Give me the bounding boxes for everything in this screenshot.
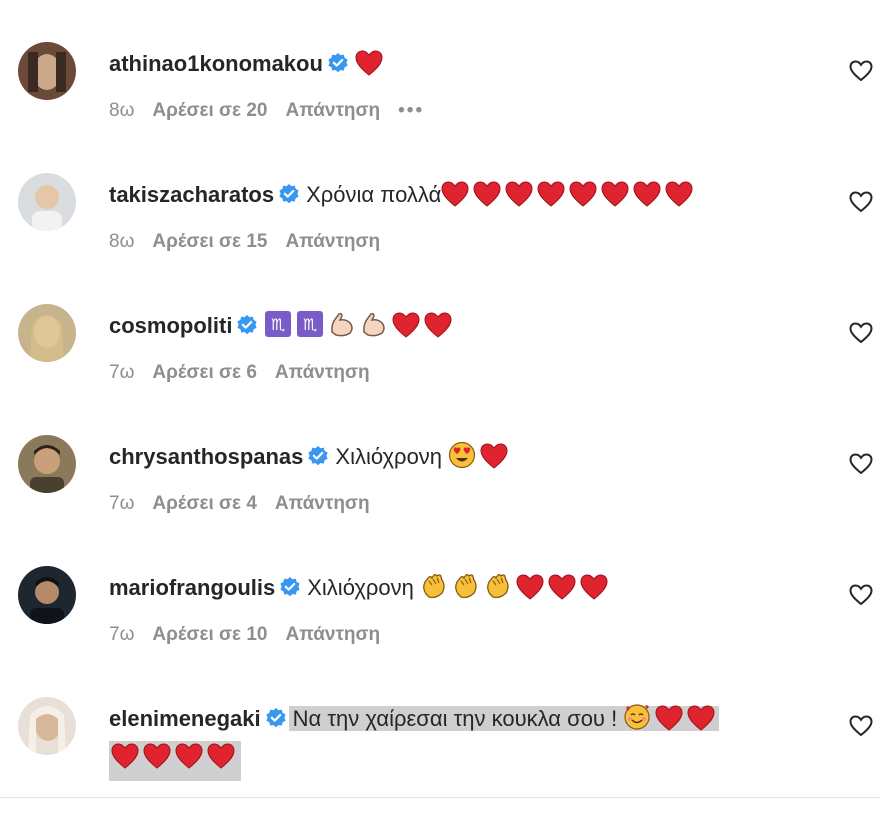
red-heart-icon xyxy=(143,743,171,781)
comment-meta: 7ω Αρέσει σε 4 Απάντηση xyxy=(109,493,388,515)
like-heart-icon[interactable] xyxy=(849,715,873,742)
comment: cosmopoliti ♏ ♏ 7ω Αρέσει σε 6 Απάντηση xyxy=(0,304,880,424)
avatar[interactable] xyxy=(18,304,76,362)
likes-count[interactable]: Αρέσει σε 15 xyxy=(152,231,267,252)
likes-count[interactable]: Αρέσει σε 10 xyxy=(152,624,267,645)
comment-line: takiszacharatos Χρόνια πολλά xyxy=(109,175,829,220)
smiling-face-with-hearts-icon xyxy=(623,703,651,744)
comment-text: Χρόνια πολλά xyxy=(306,182,442,207)
username[interactable]: elenimenegaki xyxy=(109,706,261,731)
comment: takiszacharatos Χρόνια πολλά 8ω Αρέσει σε … xyxy=(0,173,880,293)
avatar[interactable] xyxy=(18,42,76,100)
comment-text: Χιλιόχρονη xyxy=(335,444,443,469)
red-heart-icon xyxy=(441,180,469,220)
red-heart-icon xyxy=(548,573,576,613)
comment: chrysanthospanas Χιλιόχρονη 7ω Αρέσει σε 4… xyxy=(0,435,880,555)
timestamp[interactable]: 7ω xyxy=(109,362,134,383)
clapping-hands-icon xyxy=(452,572,480,613)
verified-badge-icon xyxy=(279,571,301,611)
like-heart-icon[interactable] xyxy=(849,322,873,349)
timestamp[interactable]: 8ω xyxy=(109,100,134,121)
red-heart-icon xyxy=(505,180,533,220)
verified-badge-icon xyxy=(236,309,258,349)
reply-button[interactable]: Απάντηση xyxy=(275,493,370,514)
likes-count[interactable]: Αρέσει σε 4 xyxy=(152,493,256,514)
flexed-biceps-icon xyxy=(360,310,388,351)
reply-button[interactable]: Απάντηση xyxy=(285,624,380,645)
verified-badge-icon xyxy=(265,702,287,742)
highlighted-selection xyxy=(109,741,241,781)
red-heart-icon xyxy=(580,573,608,613)
comment-line: athinao1konomakou xyxy=(109,44,829,89)
comment-line: elenimenegaki Να την χαίρεσαι την κουκλα … xyxy=(109,699,829,744)
comment-line-2 xyxy=(109,741,241,781)
avatar[interactable] xyxy=(18,435,76,493)
divider xyxy=(0,797,880,798)
comment-line: chrysanthospanas Χιλιόχρονη xyxy=(109,437,829,482)
svg-text:♏: ♏ xyxy=(303,315,317,334)
red-heart-icon xyxy=(473,180,501,220)
red-heart-icon xyxy=(207,743,235,781)
timestamp[interactable]: 7ω xyxy=(109,493,134,514)
verified-badge-icon xyxy=(307,440,329,480)
red-heart-icon xyxy=(111,743,139,781)
comment-text: Να την χαίρεσαι την κουκλα σου ! xyxy=(292,706,624,731)
username[interactable]: cosmopoliti xyxy=(109,313,232,338)
comment: elenimenegaki Να την χαίρεσαι την κουκλα … xyxy=(0,697,880,817)
comment-line: cosmopoliti ♏ ♏ xyxy=(109,306,829,351)
timestamp[interactable]: 8ω xyxy=(109,231,134,252)
comment: athinao1konomakou 8ω Αρέσει σε 20 Απάντηση… xyxy=(0,42,880,162)
like-heart-icon[interactable] xyxy=(849,453,873,480)
red-heart-icon xyxy=(633,180,661,220)
like-heart-icon[interactable] xyxy=(849,584,873,611)
heart-eyes-face-icon xyxy=(448,441,476,482)
comment: mariofrangoulis Χιλιόχρονη 7ω Αρέσει σε 10… xyxy=(0,566,880,686)
flexed-biceps-icon xyxy=(328,310,356,351)
likes-count[interactable]: Αρέσει σε 6 xyxy=(152,362,256,383)
red-heart-icon xyxy=(480,442,508,482)
red-heart-icon xyxy=(687,704,715,744)
comment-meta: 8ω Αρέσει σε 20 Απάντηση ••• xyxy=(109,100,442,122)
red-heart-icon xyxy=(516,573,544,613)
svg-text:♏: ♏ xyxy=(271,315,285,334)
red-heart-icon xyxy=(175,743,203,781)
comment-meta: 7ω Αρέσει σε 10 Απάντηση xyxy=(109,624,398,646)
more-options-icon[interactable]: ••• xyxy=(398,100,424,121)
avatar[interactable] xyxy=(18,173,76,231)
verified-badge-icon xyxy=(327,47,349,87)
reply-button[interactable]: Απάντηση xyxy=(275,362,370,383)
avatar[interactable] xyxy=(18,566,76,624)
clapping-hands-icon xyxy=(484,572,512,613)
username[interactable]: takiszacharatos xyxy=(109,182,274,207)
red-heart-icon xyxy=(392,311,420,351)
scorpio-icon: ♏ xyxy=(264,310,292,351)
red-heart-icon xyxy=(655,704,683,744)
timestamp[interactable]: 7ω xyxy=(109,624,134,645)
username[interactable]: chrysanthospanas xyxy=(109,444,303,469)
comment-meta: 7ω Αρέσει σε 6 Απάντηση xyxy=(109,362,388,384)
likes-count[interactable]: Αρέσει σε 20 xyxy=(152,100,267,121)
clapping-hands-icon xyxy=(420,572,448,613)
red-heart-icon xyxy=(537,180,565,220)
comment-line: mariofrangoulis Χιλιόχρονη xyxy=(109,568,829,613)
red-heart-icon xyxy=(601,180,629,220)
comment-meta: 8ω Αρέσει σε 15 Απάντηση xyxy=(109,231,398,253)
reply-button[interactable]: Απάντηση xyxy=(285,231,380,252)
avatar[interactable] xyxy=(18,697,76,755)
comment-text: Χιλιόχρονη xyxy=(307,575,414,600)
red-heart-icon xyxy=(569,180,597,220)
scorpio-icon: ♏ xyxy=(296,310,324,351)
red-heart-icon xyxy=(424,311,452,351)
like-heart-icon[interactable] xyxy=(849,191,873,218)
username[interactable]: mariofrangoulis xyxy=(109,575,275,600)
like-heart-icon[interactable] xyxy=(849,60,873,87)
red-heart-icon xyxy=(355,49,383,89)
highlighted-selection: Να την χαίρεσαι την κουκλα σου ! xyxy=(288,704,720,731)
red-heart-icon xyxy=(665,180,693,220)
username[interactable]: athinao1konomakou xyxy=(109,51,323,76)
reply-button[interactable]: Απάντηση xyxy=(285,100,380,121)
verified-badge-icon xyxy=(278,178,300,218)
